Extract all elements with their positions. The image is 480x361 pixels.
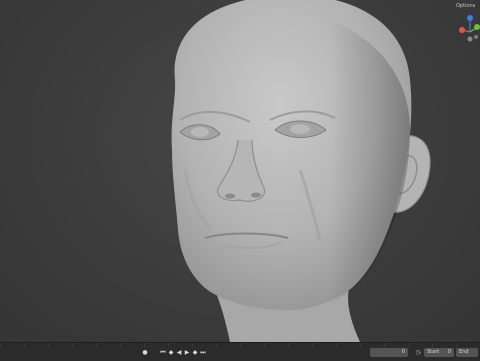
end-label: End: [459, 349, 469, 355]
start-frame-field[interactable]: Start 0: [424, 348, 454, 357]
jump-end-icon[interactable]: ⏭: [199, 348, 207, 357]
timeline-ruler[interactable]: [0, 343, 480, 347]
gizmo-z-axis-icon: [467, 15, 473, 21]
play-reverse-icon[interactable]: ◀: [175, 348, 183, 357]
start-label: Start: [427, 349, 440, 355]
options-label[interactable]: Options: [456, 3, 480, 9]
gizmo-x-axis-icon: [459, 27, 465, 33]
clock-icon[interactable]: ◷: [414, 348, 422, 357]
gizmo-y-axis-icon: [474, 24, 480, 30]
jump-start-icon[interactable]: ⏮: [159, 348, 167, 357]
end-frame-field[interactable]: End: [456, 348, 478, 357]
3d-viewport[interactable]: Options: [0, 0, 480, 342]
navigation-gizmo[interactable]: Options: [456, 0, 480, 46]
gizmo-neg-axis-icon: [467, 36, 473, 42]
play-icon[interactable]: ▶: [183, 348, 191, 357]
next-keyframe-icon[interactable]: ◆: [191, 348, 199, 357]
timeline-bar[interactable]: ● ⏮ ◆ ◀ ▶ ◆ ⏭ 0 ◷ Start 0 End: [0, 342, 480, 361]
record-icon[interactable]: ●: [141, 348, 149, 357]
start-value: 0: [447, 349, 451, 355]
current-frame-value: 0: [401, 349, 405, 355]
prev-keyframe-icon[interactable]: ◆: [167, 348, 175, 357]
head-model: [171, 0, 431, 342]
current-frame-field[interactable]: 0: [370, 348, 408, 357]
